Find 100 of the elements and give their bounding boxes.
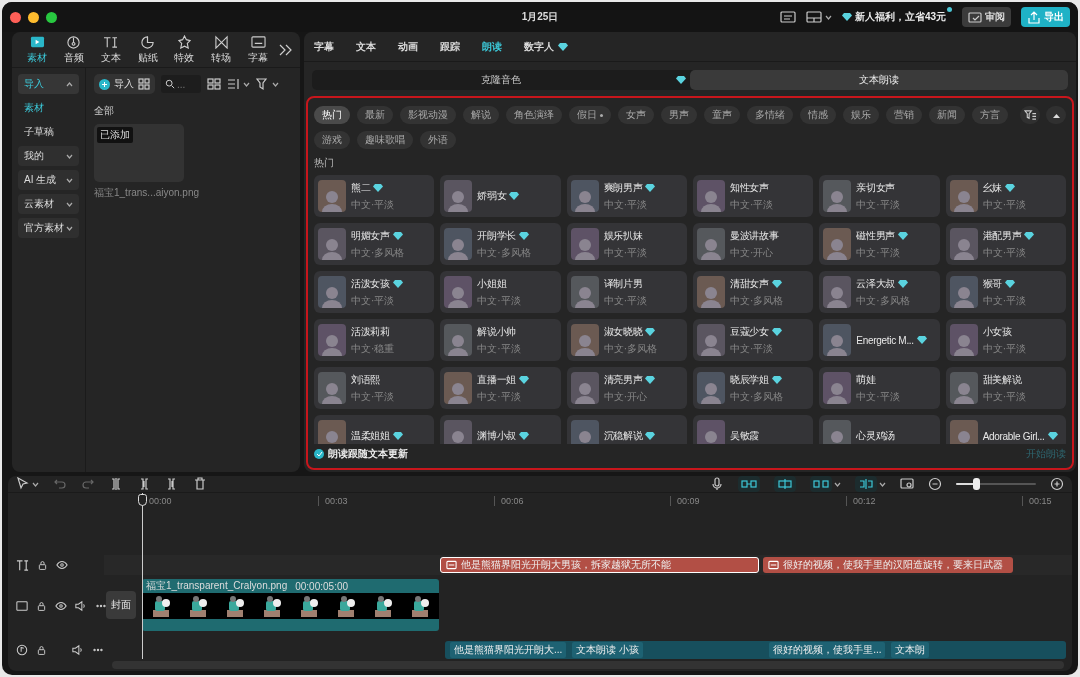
close-button[interactable] [10,11,21,23]
snap-button[interactable] [774,476,796,492]
voice-card[interactable]: Adorable Girl... [945,415,1066,444]
import-button[interactable]: 导入 [94,74,155,94]
voice-card[interactable]: 萌娃 中文·平淡 [819,367,940,409]
voice-card[interactable]: 开朗学长 中文·多风格 [440,223,561,265]
filter-chip[interactable]: 最新 [357,106,393,124]
promo-link[interactable]: 新人福利，立省43元 [841,10,952,24]
collapse-button[interactable] [1046,106,1066,124]
photo-placeholder[interactable]: 已添加 [94,124,184,182]
sidebar-group[interactable]: 导入 [18,74,79,94]
voice-card[interactable]: 淑女晓晓 中文·多风格 [566,319,687,361]
preview-icon[interactable] [900,477,914,491]
voice-card[interactable]: 直播一姐 中文·平淡 [440,367,561,409]
follow-text-checkbox[interactable]: 朗读跟随文本更新 [314,447,408,461]
voice-card[interactable]: 小姐姐 中文·平淡 [440,271,561,313]
voice-card[interactable]: 解说小帅 中文·平淡 [440,319,561,361]
filter-chip[interactable]: 新闻 [929,106,965,124]
speaker-icon[interactable] [72,644,84,656]
voice-card[interactable]: 译制片男 中文·平淡 [566,271,687,313]
audio-clip[interactable]: 他是熊猫界阳光开朗大... 文本朗读 小孩 很好的视频，使我手里... 文本朗 [445,641,1066,659]
filter-chip[interactable]: 多情绪 [747,106,793,124]
voice-card[interactable]: 温柔姐姐 [314,415,435,444]
split-icon[interactable] [109,477,123,491]
text-track-icon[interactable] [16,558,29,572]
editor-tab[interactable]: 朗读 [482,39,502,54]
filter-chip[interactable]: 外语 [420,131,456,149]
filter-button[interactable] [1020,106,1040,124]
filter-chip[interactable]: 童声 [704,106,740,124]
voice-card[interactable]: 猴哥 中文·平淡 [945,271,1066,313]
voice-card[interactable]: 娇弱女 [440,175,561,217]
filter-button[interactable] [256,77,279,91]
layout-icon[interactable] [805,10,822,24]
review-button[interactable]: 审阅 [962,7,1011,27]
sidebar-group[interactable]: 我的 [18,146,79,166]
mode-tab[interactable]: 克隆音色 [312,70,690,90]
voice-card[interactable]: 心灵鸡汤 [819,415,940,444]
lock-icon[interactable] [36,644,47,656]
lock-icon[interactable] [37,559,48,571]
filter-chip[interactable]: 方言 [972,106,1008,124]
voice-card[interactable]: 晓辰学姐 中文·多风格 [693,367,814,409]
filter-chip[interactable]: 游戏 [314,131,350,149]
voice-card[interactable]: 曼波讲故事 中文·开心 [693,223,814,265]
media-tab[interactable]: 特效 [167,34,202,65]
eye-icon[interactable] [56,559,68,571]
sidebar-group[interactable]: 官方素材 [18,218,79,238]
voice-card[interactable]: 甜美解说 中文·平淡 [945,367,1066,409]
voice-card[interactable]: 知性女声 中文·平淡 [693,175,814,217]
sidebar-item[interactable]: 子草稿 [18,122,79,142]
filter-chip[interactable]: 假日 [569,106,611,124]
audio-track-icon[interactable] [16,644,28,656]
media-tab[interactable]: 贴纸 [130,34,165,65]
media-tab[interactable]: 素材 [20,34,54,65]
text-clip[interactable]: 他是熊猫界阳光开朗大男孩，拆家越狱无所不能 [440,557,759,573]
search-field[interactable]: ... [161,75,201,93]
voice-card[interactable]: 活泼莉莉 中文·稳重 [314,319,435,361]
more-icon[interactable] [277,42,292,57]
voice-card[interactable]: Energetic M... [819,319,940,361]
text-clip[interactable]: 很好的视频，使我手里的汉阳造旋转，要来日武器 [763,557,1013,573]
editor-tab[interactable]: 动画 [398,39,418,54]
zoom-out-icon[interactable] [928,477,942,491]
voice-card[interactable]: 清亮男声 中文·开心 [566,367,687,409]
media-tab[interactable]: 转场 [204,34,239,65]
voice-card[interactable]: 娱乐扒妹 中文·平淡 [566,223,687,265]
filter-chip[interactable]: 娱乐 [843,106,879,124]
link-clips-button[interactable] [738,476,760,492]
filter-chip[interactable]: 男声 [661,106,697,124]
voice-card[interactable]: 爽朗男声 中文·平淡 [566,175,687,217]
select-tool-icon[interactable] [16,477,30,491]
sidebar-group[interactable]: 云素材 [18,194,79,214]
playhead-handle[interactable] [138,494,147,506]
delete-icon[interactable] [193,477,207,491]
preview-axis-button[interactable] [810,476,841,492]
filter-chip[interactable]: 情感 [800,106,836,124]
speaker-icon[interactable] [75,600,87,612]
sidebar-item[interactable]: 素材 [18,98,79,118]
voice-card[interactable]: 磁性男声 中文·平淡 [819,223,940,265]
voice-card[interactable]: 沉稳解说 [566,415,687,444]
cover-button[interactable]: 封面 [106,591,136,619]
voice-card[interactable]: 豆蔻少女 中文·平淡 [693,319,814,361]
voice-card[interactable]: 熊二 中文·平淡 [314,175,435,217]
mode-tab[interactable]: 文本朗读 [690,70,1068,90]
eye-icon[interactable] [55,600,67,612]
microphone-icon[interactable] [710,477,724,491]
filter-chip[interactable]: 营销 [886,106,922,124]
editor-tab[interactable]: 文本 [356,39,376,54]
filter-chip[interactable]: 影视动漫 [400,106,456,124]
voice-card[interactable]: 小女孩 中文·平淡 [945,319,1066,361]
view-icon[interactable] [207,77,221,91]
voice-card[interactable]: 活泼女孩 中文·平淡 [314,271,435,313]
filter-chip[interactable]: 趣味歌唱 [357,131,413,149]
filter-chip[interactable]: 解说 [463,106,499,124]
undo-icon[interactable] [53,477,67,491]
voice-card[interactable]: 明媚女声 中文·多风格 [314,223,435,265]
filter-chip[interactable]: 女声 [618,106,654,124]
voice-card[interactable]: 亲切女声 中文·平淡 [819,175,940,217]
zoom-button[interactable] [46,11,57,23]
sort-button[interactable] [227,77,250,91]
filter-chip[interactable]: 热门 [314,106,350,124]
minimize-button[interactable] [28,11,39,23]
